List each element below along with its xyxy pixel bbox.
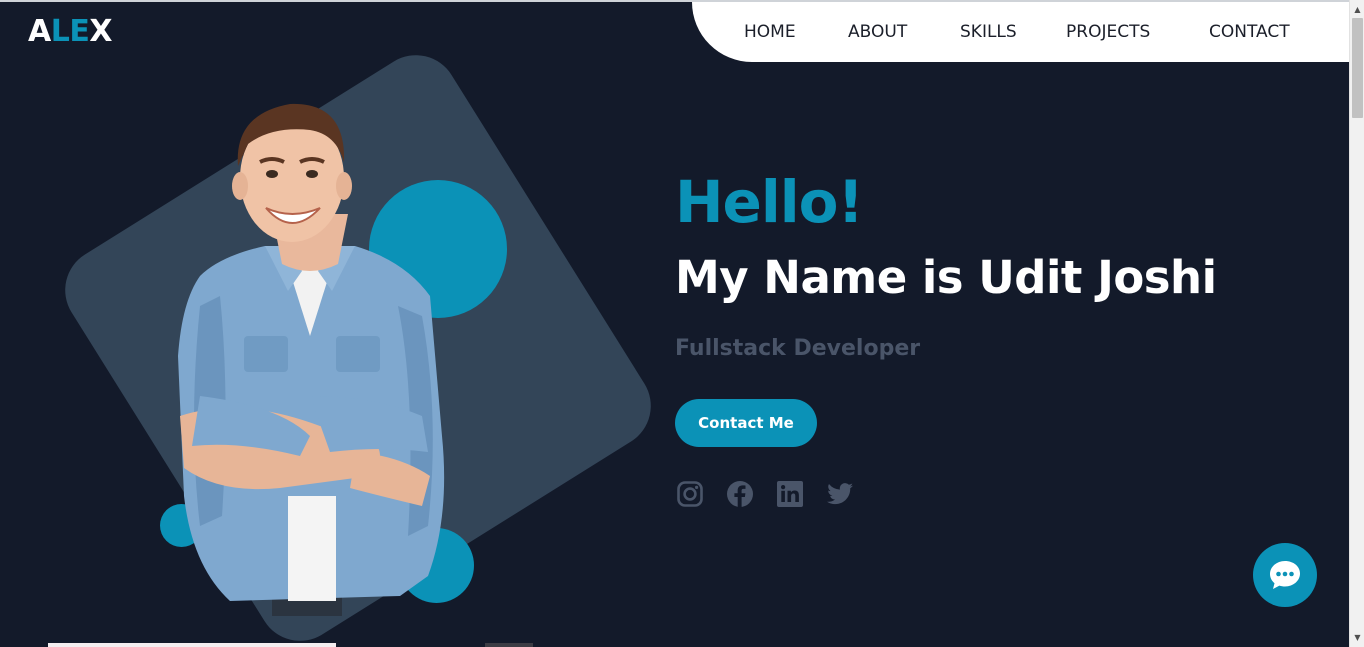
scroll-up-arrow-icon[interactable]: ▲ xyxy=(1350,2,1364,17)
chat-button[interactable] xyxy=(1253,543,1317,607)
hero-greeting: Hello! xyxy=(675,168,864,236)
nav-about[interactable]: ABOUT xyxy=(848,20,907,44)
social-links xyxy=(676,480,876,508)
logo-letter-a: A xyxy=(28,14,51,49)
scroll-down-arrow-icon[interactable]: ▼ xyxy=(1350,630,1364,645)
logo-letter-x: X xyxy=(89,14,112,49)
logo-letters-le: LE xyxy=(50,14,90,49)
nav-contact[interactable]: CONTACT xyxy=(1209,20,1290,44)
instagram-icon[interactable] xyxy=(676,480,704,508)
scrollbar-thumb[interactable] xyxy=(1352,18,1363,118)
hero-portrait xyxy=(178,103,445,616)
hero-role: Fullstack Developer xyxy=(675,336,921,361)
next-section-peek-light xyxy=(48,643,336,647)
next-section-peek-dark xyxy=(485,643,533,647)
twitter-icon[interactable] xyxy=(826,480,854,508)
chat-icon xyxy=(1270,561,1300,589)
nav-skills[interactable]: SKILLS xyxy=(960,20,1017,44)
facebook-icon[interactable] xyxy=(726,480,754,508)
page-scrollbar[interactable]: ▲ ▼ xyxy=(1349,0,1364,647)
hero-name: My Name is Udit Joshi xyxy=(675,251,1217,304)
site-logo[interactable]: ALEX xyxy=(28,12,112,52)
nav-home[interactable]: HOME xyxy=(744,20,796,44)
contact-me-button[interactable]: Contact Me xyxy=(675,399,817,447)
nav-projects[interactable]: PROJECTS xyxy=(1066,20,1150,44)
main-nav: HOME ABOUT SKILLS PROJECTS CONTACT xyxy=(692,2,1349,62)
linkedin-icon[interactable] xyxy=(776,480,804,508)
